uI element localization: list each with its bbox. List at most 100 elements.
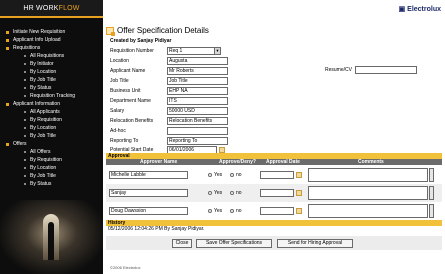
radio-dot[interactable] [208,209,212,213]
radio-dot[interactable] [230,191,234,195]
radio-dot[interactable] [208,173,212,177]
row-resume: Resume/CV [325,66,417,74]
sidebar-item[interactable]: By Initiator [0,60,103,68]
sidebar-item[interactable]: By Job Title [0,76,103,84]
approver-name-input[interactable]: Sanjay [109,189,188,197]
applicant-name-input[interactable]: Mr Roberts [167,66,228,75]
row-job-title: Job Title Job Title [110,76,228,85]
approval-date-input[interactable] [260,189,294,197]
sidebar-item-label: Requisitions [13,45,41,51]
sidebar-item[interactable]: By Requisition [0,116,103,124]
applicant-name-label: Applicant Name [110,67,146,74]
approve-no-radio[interactable]: no [230,172,242,178]
document-icon [106,26,115,36]
ad-hoc-input[interactable] [167,126,228,135]
comments-textarea[interactable] [308,204,428,218]
sidebar-item[interactable]: All Requisitions [0,52,103,60]
approval-date-input[interactable] [260,207,294,215]
row-applicant-name: Applicant Name Mr Roberts [110,66,228,75]
sidebar-item-label: By Job Title [30,77,56,83]
calendar-icon[interactable] [296,172,302,178]
sidebar-item[interactable]: Requisition Tracking [0,92,103,100]
resume-input[interactable] [354,66,417,74]
department-name-label: Department Name [110,97,151,104]
approve-no-radio[interactable]: no [230,190,242,196]
row-salary: Salary 50000 USD [110,106,228,115]
potential-start-date-label: Potential Start Date [110,146,154,153]
sidebar-item-label: Applicant Info Upload [13,37,61,43]
comments-textarea[interactable] [308,186,428,200]
app-title-main: HR WORK [23,4,59,12]
approve-yes-radio[interactable]: Yes [208,208,222,214]
sidebar-item[interactable]: Offers [0,140,103,148]
yes-label: Yes [214,208,223,214]
app-header: HR WORKFLOW [0,0,103,18]
bullet-icon [6,142,9,146]
chevron-down-icon[interactable]: ▼ [214,47,220,54]
sidebar-item[interactable]: Requisitions [0,44,103,52]
approval-date-input[interactable] [260,171,294,179]
main-content: ▣ Electrolux Offer Specification Details… [103,0,445,274]
job-title-input[interactable]: Job Title [167,76,228,85]
sidebar-item[interactable]: All Applicants [0,108,103,116]
created-by-label: Created by Sanjay Pidiyar [110,38,172,44]
business-unit-input[interactable]: EHP NA [167,86,228,95]
location-label: Location [110,57,129,64]
approval-row: Sanjay Yes no [106,184,442,202]
sidebar-item[interactable]: By Status [0,180,103,188]
approver-name-input[interactable]: Doug Dawssion [109,207,188,215]
col-comments: Comments [358,159,384,165]
sidebar-item[interactable]: Applicant Info Upload [0,36,103,44]
comments-scrollbar[interactable] [429,168,434,182]
sidebar-item-label: By Job Title [30,173,56,179]
comments-textarea[interactable] [308,168,428,182]
close-button[interactable]: Close [172,239,192,248]
sidebar-item-label: Initiate New Requisition [13,29,66,35]
reporting-to-label: Reporting To [110,137,139,144]
sidebar-item-label: All Offers [30,149,51,155]
bullet-icon [24,87,26,89]
sidebar-item-label: By Requisition [30,157,62,163]
ad-hoc-label: Ad-hoc [110,127,126,134]
radio-dot[interactable] [230,209,234,213]
sidebar-item[interactable]: By Status [0,84,103,92]
comments-scrollbar[interactable] [429,204,434,218]
comments-scrollbar[interactable] [429,186,434,200]
radio-dot[interactable] [230,173,234,177]
sidebar-item[interactable]: By Location [0,164,103,172]
sidebar-item[interactable]: By Job Title [0,132,103,140]
sidebar: HR WORKFLOW Initiate New Requisition Appl… [0,0,103,274]
requisition-number-select[interactable]: Req 1 ▼ [167,46,221,55]
location-input[interactable]: Augusta [167,56,228,65]
row-department-name: Department Name ITS [110,96,228,105]
department-name-input[interactable]: ITS [167,96,228,105]
calendar-icon[interactable] [296,190,302,196]
approve-yes-radio[interactable]: Yes [208,172,222,178]
sidebar-item[interactable]: By Location [0,68,103,76]
row-location: Location Augusta [110,56,228,65]
calendar-icon[interactable] [296,208,302,214]
sidebar-item[interactable]: By Location [0,124,103,132]
sidebar-item[interactable]: By Requisition [0,156,103,164]
sidebar-item-label: By Job Title [30,133,56,139]
radio-dot[interactable] [208,191,212,195]
approve-yes-radio[interactable]: Yes [208,190,222,196]
sidebar-nav: Initiate New Requisition Applicant Info U… [0,18,103,188]
approve-no-radio[interactable]: no [230,208,242,214]
calendar-icon[interactable] [219,146,225,153]
requisition-number-value: Req 1 [169,47,183,54]
sidebar-item[interactable]: Applicant Information [0,100,103,108]
relocation-benefits-input[interactable]: Relocation Benefits [167,116,228,125]
reporting-to-input[interactable]: Reporting To [167,136,228,145]
sidebar-item[interactable]: By Job Title [0,172,103,180]
resume-label: Resume/CV [325,67,352,73]
send-for-approval-button[interactable]: Send for Hiring Approval [277,239,353,248]
sidebar-item[interactable]: All Offers [0,148,103,156]
save-offer-button[interactable]: Save Offer Specifications [196,239,272,248]
sidebar-item[interactable]: Initiate New Requisition [0,28,103,36]
approver-name-input[interactable]: Michelle Labble [109,171,188,179]
arch-doorway [48,222,54,260]
sidebar-item-label: By Location [30,125,57,131]
col-approve-deny: Approve/Deny? [219,159,256,165]
salary-input[interactable]: 50000 USD [167,106,228,115]
